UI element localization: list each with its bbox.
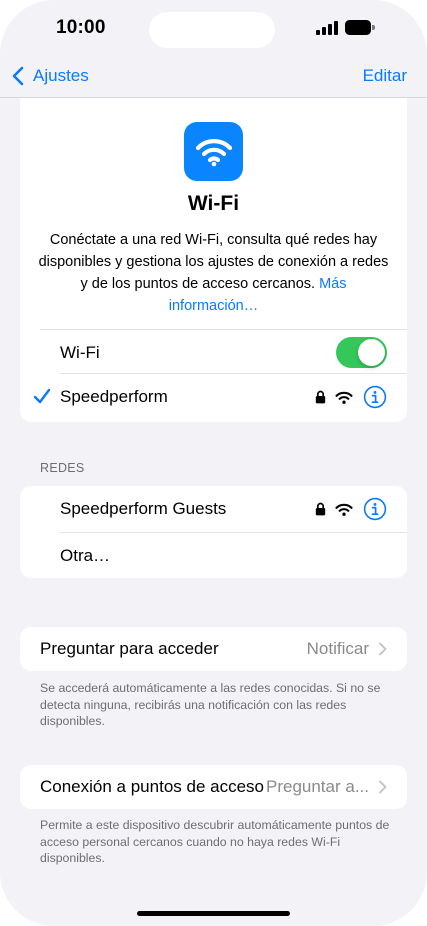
edit-button[interactable]: Editar	[363, 66, 407, 86]
wifi-toggle-switch[interactable]	[336, 337, 387, 368]
wifi-app-icon	[184, 122, 243, 181]
other-network-label: Otra…	[60, 546, 111, 565]
lock-icon	[315, 502, 326, 516]
back-button-label: Ajustes	[33, 66, 89, 85]
navigation-bar: Ajustes Editar	[0, 56, 427, 98]
hotspot-label: Conexión a puntos de acceso	[40, 777, 264, 796]
home-indicator[interactable]	[137, 911, 290, 916]
other-network-row[interactable]: Otra…	[20, 533, 407, 578]
wifi-icon	[195, 138, 232, 166]
ask-to-join-value: Notificar	[306, 639, 369, 658]
chevron-right-icon	[379, 642, 387, 656]
hotspot-value: Preguntar a...	[265, 777, 369, 796]
connected-network-name: Speedperform	[60, 387, 168, 406]
wifi-toggle-label: Wi-Fi	[60, 343, 100, 362]
network-row[interactable]: Speedperform Guests	[20, 486, 407, 532]
wifi-signal-icon	[335, 503, 353, 516]
networks-section-header: REDES	[40, 461, 85, 475]
battery-icon	[345, 20, 375, 35]
cellular-signal-icon	[316, 21, 338, 35]
info-circle-icon[interactable]	[363, 385, 387, 409]
network-status-icons	[315, 497, 387, 521]
toggle-knob	[358, 339, 385, 366]
wifi-toggle-row: Wi-Fi	[20, 330, 407, 376]
page-title: Wi-Fi	[187, 192, 240, 215]
auto-join-hotspot-row[interactable]: Conexión a puntos de acceso Preguntar a.…	[20, 765, 407, 809]
ask-to-join-row[interactable]: Preguntar para acceder Notificar	[20, 627, 407, 671]
checkmark-icon	[33, 388, 51, 404]
chevron-right-icon	[379, 780, 387, 794]
connected-network-row[interactable]: Speedperform	[20, 374, 407, 420]
wifi-description: Conéctate a una red Wi-Fi, consulta qué …	[36, 229, 391, 317]
ask-to-join-footnote: Se accederá automáticamente a las redes …	[40, 681, 381, 728]
wifi-main-card: Wi-Fi Conéctate a una red Wi-Fi, consult…	[20, 98, 407, 422]
status-bar: 10:00	[0, 0, 427, 56]
network-status-icons	[315, 385, 387, 409]
chevron-left-icon	[12, 66, 24, 86]
status-time: 10:00	[56, 17, 106, 38]
wifi-signal-icon	[335, 391, 353, 404]
networks-list: Speedperform Guests Otra…	[20, 486, 407, 578]
back-button[interactable]: Ajustes	[11, 63, 89, 89]
dynamic-island	[149, 12, 275, 48]
lock-icon	[315, 390, 326, 404]
hotspot-footnote: Permite a este dispositivo descubrir aut…	[40, 818, 390, 865]
ask-to-join-label: Preguntar para acceder	[40, 639, 219, 658]
info-circle-icon[interactable]	[363, 497, 387, 521]
settings-screen: 10:00 Ajustes Editar Wi-Fi Conéctate a u…	[0, 0, 427, 926]
network-name: Speedperform Guests	[60, 499, 227, 518]
